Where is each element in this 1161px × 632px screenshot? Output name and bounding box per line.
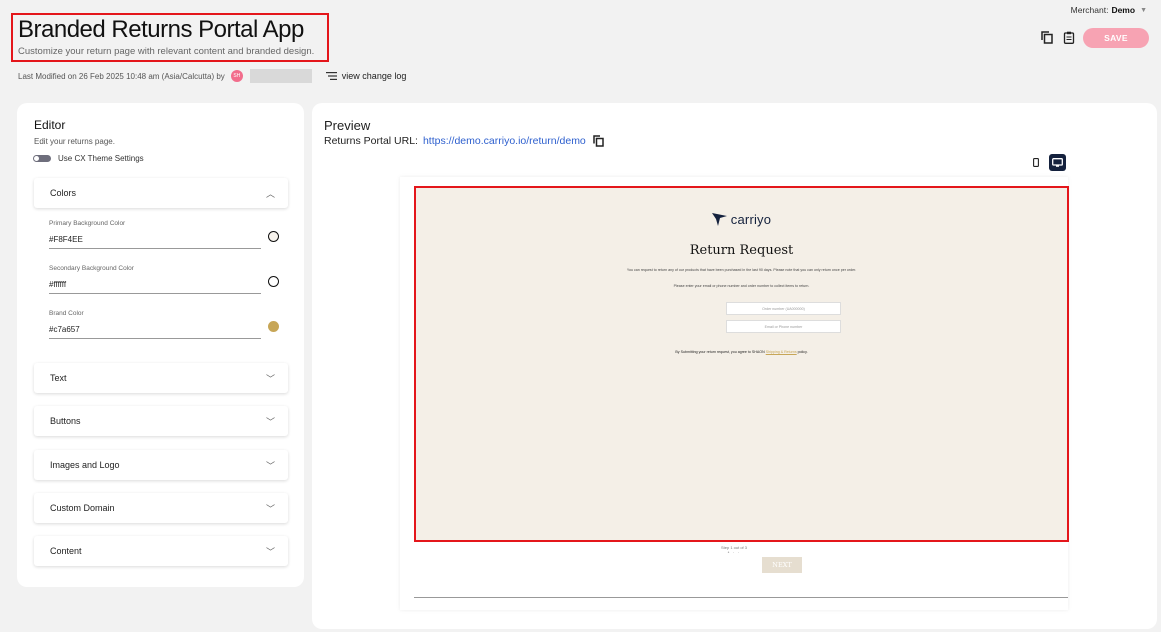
section-buttons[interactable]: Buttons ﹀ <box>34 406 288 436</box>
merchant-selector[interactable]: Merchant: Demo ▼ <box>1071 5 1147 15</box>
section-images-logo-label: Images and Logo <box>50 460 120 470</box>
desktop-icon <box>1052 157 1063 167</box>
page-subtitle: Customize your return page with relevant… <box>18 46 315 57</box>
brand-color-label: Brand Color <box>49 310 84 317</box>
secondary-bg-color-field[interactable]: Secondary Background Color #ffffff <box>49 265 261 294</box>
section-custom-domain[interactable]: Custom Domain ﹀ <box>34 493 288 523</box>
chevron-down-icon: ﹀ <box>265 460 275 471</box>
list-icon <box>325 72 337 80</box>
section-custom-domain-label: Custom Domain <box>50 503 115 513</box>
merchant-value: Demo <box>1111 5 1136 15</box>
preview-panel: Preview Returns Portal URL: https://demo… <box>312 103 1157 629</box>
editor-title: Editor <box>34 118 66 132</box>
chevron-down-icon: ﹀ <box>265 546 275 557</box>
step-dots: • · · <box>727 550 741 556</box>
section-content-label: Content <box>50 546 82 556</box>
portal-url-row: Returns Portal URL: https://demo.carriyo… <box>324 135 604 147</box>
last-modified-text: Last Modified on 26 Feb 2025 10:48 am (A… <box>18 71 225 81</box>
desktop-view-toggle[interactable] <box>1049 154 1066 171</box>
secondary-bg-color-swatch[interactable] <box>268 276 279 287</box>
secondary-bg-color-input[interactable]: #ffffff <box>49 280 261 294</box>
primary-bg-color-label: Primary Background Color <box>49 220 126 227</box>
cx-theme-toggle[interactable] <box>33 155 51 162</box>
primary-bg-color-field[interactable]: Primary Background Color #F8F4EE <box>49 220 261 249</box>
avatar: SH <box>230 70 243 82</box>
mobile-icon <box>1032 158 1039 167</box>
chevron-down-icon: ﹀ <box>265 503 275 514</box>
view-change-log-link[interactable]: view change log <box>325 71 407 81</box>
section-colors-label: Colors <box>50 188 77 198</box>
chevron-down-icon: ﹀ <box>265 373 275 384</box>
editor-panel: Editor Edit your returns page. Use CX Th… <box>17 103 304 587</box>
portal-url-link[interactable]: https://demo.carriyo.io/return/demo <box>423 135 586 147</box>
view-change-log-label: view change log <box>341 71 407 81</box>
save-button[interactable]: SAVE <box>1083 28 1149 48</box>
chevron-down-icon: ▼ <box>1140 6 1147 14</box>
merchant-label: Merchant: <box>1070 5 1109 15</box>
section-text-label: Text <box>50 373 67 383</box>
frame-divider <box>414 597 1068 598</box>
preview-frame: carriyo Return Request You can request t… <box>400 177 1069 610</box>
cx-theme-toggle-row[interactable]: Use CX Theme Settings <box>33 154 144 163</box>
mobile-view-toggle[interactable] <box>1027 154 1044 171</box>
clipboard-icon[interactable] <box>1063 31 1075 44</box>
brand-color-input[interactable]: #c7a657 <box>49 325 261 339</box>
copy-icon[interactable] <box>593 135 604 147</box>
section-buttons-label: Buttons <box>50 416 81 426</box>
section-content[interactable]: Content ﹀ <box>34 536 288 566</box>
section-images-logo[interactable]: Images and Logo ﹀ <box>34 450 288 480</box>
page-title: Branded Returns Portal App <box>18 16 304 43</box>
brand-color-field[interactable]: Brand Color #c7a657 <box>49 310 261 339</box>
primary-bg-color-swatch[interactable] <box>268 231 279 242</box>
secondary-bg-color-label: Secondary Background Color <box>49 265 134 272</box>
chevron-down-icon: ﹀ <box>265 416 275 427</box>
section-text[interactable]: Text ﹀ <box>34 363 288 393</box>
primary-bg-color-input[interactable]: #F8F4EE <box>49 235 261 249</box>
last-modified-row: Last Modified on 26 Feb 2025 10:48 am (A… <box>18 69 406 83</box>
copy-icon[interactable] <box>1041 31 1053 44</box>
cx-theme-toggle-label: Use CX Theme Settings <box>58 154 144 163</box>
editor-subtitle: Edit your returns page. <box>34 137 115 146</box>
portal-url-label: Returns Portal URL: <box>324 135 418 147</box>
next-button[interactable]: NEXT <box>762 557 802 573</box>
preview-title: Preview <box>324 118 371 133</box>
chevron-up-icon: ︿ <box>265 188 275 199</box>
section-colors[interactable]: Colors ︿ <box>34 178 288 208</box>
user-name-placeholder <box>249 69 312 83</box>
brand-color-swatch[interactable] <box>268 321 279 332</box>
preview-highlight-box <box>414 186 1069 542</box>
